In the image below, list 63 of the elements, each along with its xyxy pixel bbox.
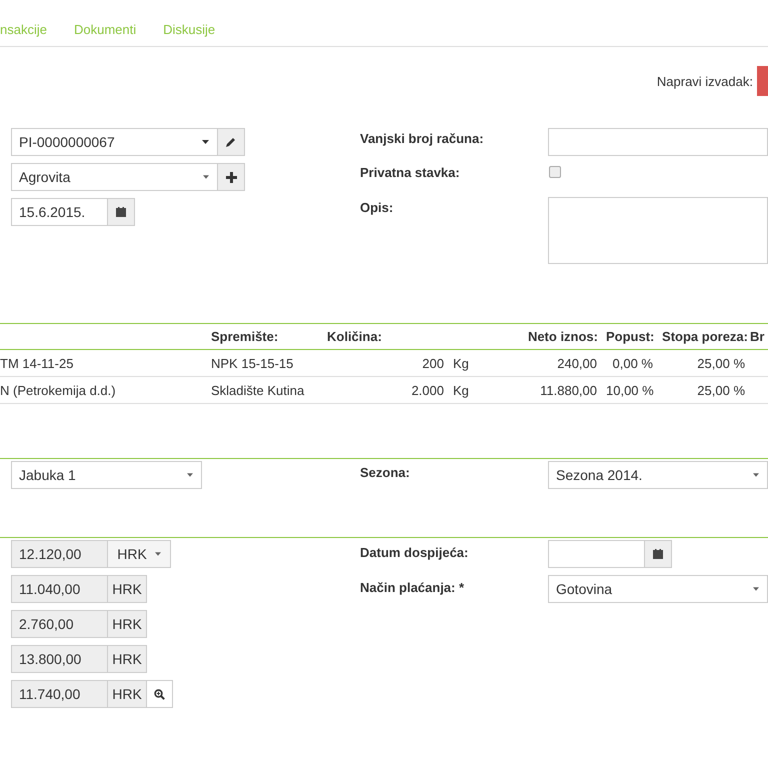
calendar-button[interactable] bbox=[108, 198, 135, 226]
zoom-in-icon bbox=[154, 688, 165, 700]
caret-icon bbox=[753, 473, 759, 477]
edit-button[interactable] bbox=[218, 128, 245, 156]
private-checkbox[interactable] bbox=[549, 166, 561, 178]
calendar-icon bbox=[653, 549, 663, 559]
orchard-select[interactable]: Jabuka 1 bbox=[11, 461, 202, 489]
add-button[interactable] bbox=[218, 163, 245, 191]
table-cell-text: 200 bbox=[421, 356, 445, 370]
amount-field: 13.800,00 bbox=[11, 645, 108, 673]
field-label: Način plaćanja: * bbox=[360, 579, 466, 595]
table-cell-text: 25,00 % bbox=[696, 356, 746, 370]
column-header: Stopa poreza: bbox=[662, 329, 749, 344]
table-cell-text: 11.880,00 bbox=[539, 382, 598, 398]
table-cell-text: 0,00 % bbox=[612, 356, 654, 370]
column-header: Spremište: bbox=[211, 329, 280, 344]
currency-label: HRK bbox=[108, 575, 147, 603]
table-cell-text: TM 14-11-25 bbox=[0, 356, 74, 370]
currency-label: HRK bbox=[108, 680, 147, 708]
table-cell-text: 2.000 bbox=[410, 382, 445, 398]
table-cell-text: Kg bbox=[453, 382, 470, 398]
table-cell-text: Kg bbox=[453, 356, 470, 370]
field-label: Sezona: bbox=[360, 464, 411, 482]
caret-icon bbox=[203, 175, 209, 179]
due-date-field[interactable] bbox=[548, 540, 645, 568]
table-cell-text: 10,00 % bbox=[606, 382, 655, 398]
column-header: Br bbox=[750, 329, 766, 344]
calendar-button[interactable] bbox=[645, 540, 672, 568]
currency-label: HRK bbox=[108, 610, 147, 638]
payment-method-select[interactable]: Gotovina bbox=[548, 575, 768, 603]
pencil-icon bbox=[225, 136, 237, 148]
document-select[interactable]: PI-0000000067 bbox=[11, 128, 218, 156]
caret-icon bbox=[187, 473, 193, 477]
amount-field: 12.120,00 bbox=[11, 540, 108, 568]
season-select[interactable]: Sezona 2014. bbox=[548, 461, 768, 489]
plus-icon bbox=[226, 172, 236, 182]
field-label: Opis: bbox=[360, 199, 394, 215]
column-header: Neto iznos: bbox=[526, 329, 599, 344]
table-cell-text: Skladište Kutina bbox=[211, 382, 306, 398]
amount-field: 2.760,00 bbox=[11, 610, 108, 638]
partner-select[interactable]: Agrovita bbox=[11, 163, 218, 191]
export-label: Napravi izvadak: bbox=[656, 74, 753, 88]
column-header: Količina: bbox=[327, 329, 383, 344]
currency-dropdown[interactable]: HRK bbox=[108, 540, 171, 568]
field-label: Privatna stavka: bbox=[360, 164, 461, 180]
external-number-field[interactable] bbox=[548, 128, 768, 156]
field-label: Datum dospijeća: bbox=[360, 544, 470, 560]
amount-field: 11.040,00 bbox=[11, 575, 108, 603]
description-field[interactable] bbox=[548, 197, 768, 264]
zoom-button[interactable] bbox=[147, 680, 173, 708]
caret-icon bbox=[753, 587, 759, 591]
table-cell-text: NPK 15-15-15 bbox=[211, 356, 294, 370]
calendar-icon bbox=[116, 207, 126, 217]
table-cell-text: 25,00 % bbox=[696, 382, 746, 398]
date-field[interactable]: 15.6.2015. bbox=[11, 198, 108, 226]
column-header: Popust: bbox=[606, 329, 656, 344]
table-cell-text: N (Petrokemija d.d.) bbox=[0, 382, 117, 398]
currency-label: HRK bbox=[108, 645, 147, 673]
field-label: Vanjski broj računa: bbox=[360, 130, 485, 146]
table-cell-text: 240,00 bbox=[556, 356, 598, 370]
caret-icon bbox=[202, 140, 209, 144]
amount-field: 11.740,00 bbox=[11, 680, 108, 708]
caret-icon bbox=[154, 552, 161, 556]
